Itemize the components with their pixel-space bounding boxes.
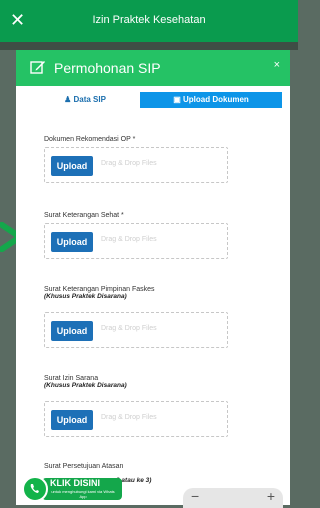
dropzone[interactable]: Upload Drag & Drop Files xyxy=(44,223,228,259)
upload-button[interactable]: Upload xyxy=(51,410,93,430)
upload-button[interactable]: Upload xyxy=(51,321,93,341)
tab-data-sip[interactable]: ♟ Data SIP xyxy=(36,92,134,108)
backdrop xyxy=(0,42,298,50)
whatsapp-icon xyxy=(22,476,48,502)
zoom-in-icon[interactable]: + xyxy=(267,488,275,504)
upload-button[interactable]: Upload xyxy=(51,232,93,252)
tab-upload-dokumen[interactable]: ▣ Upload Dokumen xyxy=(140,92,282,108)
whatsapp-title: KLIK DISINI xyxy=(50,478,101,488)
modal-header: Permohonan SIP × xyxy=(16,50,290,86)
zoom-out-icon[interactable]: − xyxy=(191,488,199,504)
app-title: Izin Praktek Kesehatan xyxy=(92,14,206,26)
app-bar: ✕ Izin Praktek Kesehatan xyxy=(0,0,298,42)
dropzone[interactable]: Upload Drag & Drop Files xyxy=(44,147,228,183)
modal-title: Permohonan SIP xyxy=(54,60,161,76)
upload-button[interactable]: Upload xyxy=(51,156,93,176)
dropzone[interactable]: Upload Drag & Drop Files xyxy=(44,401,228,437)
image-icon: ▣ xyxy=(173,95,181,104)
tab-bar: ♟ Data SIP ▣ Upload Dokumen xyxy=(36,92,282,108)
field-surat-sehat: Surat Keterangan Sehat * Upload Drag & D… xyxy=(44,212,284,259)
field-surat-pimpinan-faskes: Surat Keterangan Pimpinan Faskes (Khusus… xyxy=(44,286,284,348)
field-surat-izin-sarana: Surat Izin Sarana (Khusus Praktek Disara… xyxy=(44,375,284,437)
whatsapp-subtitle: untuk menghubungi kami via Whats App xyxy=(51,489,115,499)
zoom-controls: − + xyxy=(183,488,283,508)
user-icon: ♟ xyxy=(64,95,72,104)
whatsapp-contact-button[interactable]: KLIK DISINI untuk menghubungi kami via W… xyxy=(22,474,122,504)
modal-close-button[interactable]: × xyxy=(274,59,280,71)
dropzone[interactable]: Upload Drag & Drop Files xyxy=(44,312,228,348)
field-rekomendasi-op: Dokumen Rekomendasi OP * Upload Drag & D… xyxy=(44,136,284,183)
field-surat-persetujuan-atasan: Surat Persetujuan Atasan xyxy=(44,463,124,470)
edit-icon xyxy=(30,61,45,74)
permohonan-sip-modal: Permohonan SIP × ♟ Data SIP ▣ Upload Dok… xyxy=(16,50,290,505)
